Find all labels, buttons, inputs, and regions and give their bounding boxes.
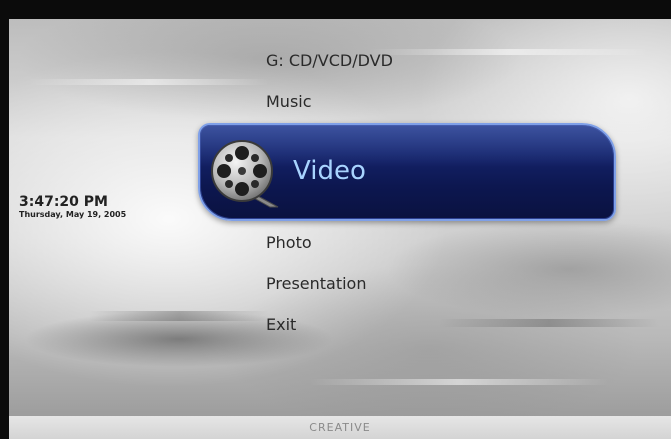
clock-date: Thursday, May 19, 2005 — [19, 210, 127, 219]
menu-item-exit[interactable]: Exit — [266, 315, 296, 335]
clock-time: 3:47:20 PM — [19, 194, 108, 210]
background-streak — [439, 319, 659, 327]
media-center-screen: 3:47:20 PM Thursday, May 19, 2005 G: CD/… — [9, 19, 671, 416]
film-reel-icon — [211, 140, 279, 208]
menu-item-music[interactable]: Music — [266, 92, 312, 112]
background-streak — [29, 79, 269, 85]
menu-item-video-label: Video — [293, 156, 366, 186]
menu-item-cd-vcd-dvd[interactable]: G: CD/VCD/DVD — [266, 51, 393, 71]
clock-display: 3:47:20 PM Thursday, May 19, 2005 — [19, 195, 126, 220]
menu-item-presentation[interactable]: Presentation — [266, 274, 366, 294]
brand-logo: CREATIVE — [309, 421, 371, 434]
menu-item-photo[interactable]: Photo — [266, 233, 312, 253]
background-streak — [369, 49, 649, 55]
menu-item-video-selected[interactable]: Video — [198, 123, 616, 221]
background-streak — [309, 379, 609, 385]
footer-bar: CREATIVE — [9, 416, 671, 439]
background-streak — [89, 311, 269, 321]
